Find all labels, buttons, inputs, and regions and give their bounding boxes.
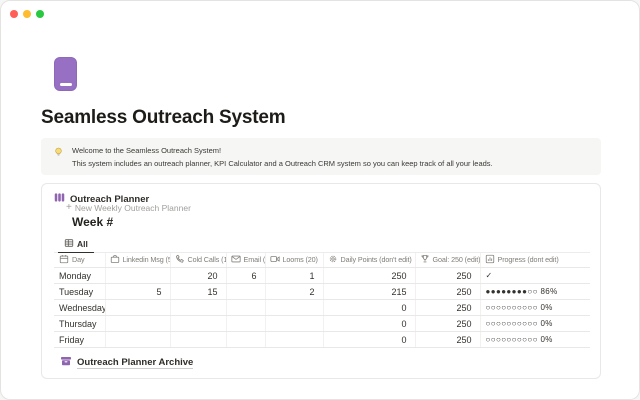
cell-linkedin-msg[interactable]	[105, 300, 170, 316]
cell-goal[interactable]: 250	[415, 300, 480, 316]
cell-cold-calls[interactable]	[170, 332, 226, 348]
cell-linkedin-msg[interactable]	[105, 316, 170, 332]
trophy-icon	[420, 254, 430, 266]
cell-daily-points[interactable]: 0	[323, 316, 415, 332]
cell-goal[interactable]: 250	[415, 268, 480, 284]
table-row-tuesday: Tuesday 5 15 2 215 250 ●●●●●●●●○○ 86%	[54, 284, 590, 300]
column-header-linkedin-msg[interactable]: Linkedin Msg (5)	[105, 253, 170, 268]
table-view-icon	[64, 238, 74, 250]
column-header-cold-calls[interactable]: Cold Calls (10)	[170, 253, 226, 268]
new-weekly-planner-label: New Weekly Outreach Planner	[75, 203, 191, 213]
column-header-progress[interactable]: Progress (dont edit)	[480, 253, 590, 268]
cell-looms[interactable]: 2	[265, 284, 323, 300]
video-camera-icon	[270, 254, 280, 266]
cell-cold-calls[interactable]: 20	[170, 268, 226, 284]
cell-daily-points[interactable]: 0	[323, 300, 415, 316]
table-row-friday: Friday 0 250 ○○○○○○○○○○ 0%	[54, 332, 590, 348]
briefcase-icon	[110, 254, 120, 266]
phone-icon	[175, 254, 185, 266]
cell-looms[interactable]	[265, 316, 323, 332]
cell-day[interactable]: Wednesday	[54, 300, 105, 316]
cell-day[interactable]: Friday	[54, 332, 105, 348]
cell-progress[interactable]: ○○○○○○○○○○ 0%	[480, 316, 590, 332]
cell-progress[interactable]: ●●●●●●●●○○ 86%	[480, 284, 590, 300]
table-row-wednesday: Wednesday 0 250 ○○○○○○○○○○ 0%	[54, 300, 590, 316]
column-header-looms[interactable]: Looms (20)	[265, 253, 323, 268]
cell-looms[interactable]	[265, 332, 323, 348]
cell-email[interactable]	[226, 316, 265, 332]
cell-looms[interactable]: 1	[265, 268, 323, 284]
cell-goal[interactable]: 250	[415, 332, 480, 348]
column-header-daily-points[interactable]: Daily Points (don't edit)	[323, 253, 415, 268]
notion-window: Seamless Outreach System Welcome to the …	[0, 0, 640, 400]
week-heading: Week #	[72, 215, 113, 229]
minimize-button[interactable]	[23, 10, 31, 18]
cell-cold-calls[interactable]: 15	[170, 284, 226, 300]
cell-email[interactable]: 6	[226, 268, 265, 284]
cell-looms[interactable]	[265, 300, 323, 316]
calendar-icon	[59, 254, 69, 266]
cell-linkedin-msg[interactable]	[105, 332, 170, 348]
zoom-button[interactable]	[36, 10, 44, 18]
view-tab-bar: All	[54, 236, 590, 253]
new-weekly-planner-button[interactable]: + New Weekly Outreach Planner	[66, 203, 191, 213]
close-button[interactable]	[10, 10, 18, 18]
cell-goal[interactable]: 250	[415, 284, 480, 300]
archive-link-label: Outreach Planner Archive	[77, 357, 193, 370]
gear-icon	[328, 254, 338, 266]
lightbulb-icon	[53, 144, 65, 175]
column-header-email[interactable]: Email (5)	[226, 253, 265, 268]
cell-daily-points[interactable]: 0	[323, 332, 415, 348]
cell-cold-calls[interactable]	[170, 300, 226, 316]
tab-all[interactable]: All	[58, 236, 94, 253]
cell-daily-points[interactable]: 215	[323, 284, 415, 300]
archive-box-icon	[60, 354, 72, 372]
envelope-icon	[231, 254, 241, 266]
bar-chart-icon	[54, 190, 65, 208]
cell-progress[interactable]: ○○○○○○○○○○ 0%	[480, 300, 590, 316]
page-title: Seamless Outreach System	[41, 107, 285, 129]
planner-table: Day Linkedin Msg (5) Cold	[54, 253, 590, 348]
cell-linkedin-msg[interactable]	[105, 268, 170, 284]
cell-day[interactable]: Thursday	[54, 316, 105, 332]
cell-day[interactable]: Monday	[54, 268, 105, 284]
cell-progress[interactable]: ○○○○○○○○○○ 0%	[480, 332, 590, 348]
welcome-callout: Welcome to the Seamless Outreach System!…	[41, 138, 601, 175]
outreach-planner-database: Outreach Planner + New Weekly Outreach P…	[41, 183, 601, 379]
cell-email[interactable]	[226, 284, 265, 300]
cell-email[interactable]	[226, 332, 265, 348]
cell-linkedin-msg[interactable]: 5	[105, 284, 170, 300]
cell-cold-calls[interactable]	[170, 316, 226, 332]
table-row-monday: Monday 20 6 1 250 250 ✓	[54, 268, 590, 284]
column-header-goal[interactable]: Goal: 250 (edit)	[415, 253, 480, 268]
header-row: Day Linkedin Msg (5) Cold	[54, 253, 590, 268]
table-row-thursday: Thursday 0 250 ○○○○○○○○○○ 0%	[54, 316, 590, 332]
cell-daily-points[interactable]: 250	[323, 268, 415, 284]
plus-icon: +	[66, 203, 72, 213]
column-header-day[interactable]: Day	[54, 253, 105, 268]
callout-line2: This system includes an outreach planner…	[72, 157, 493, 170]
cell-goal[interactable]: 250	[415, 316, 480, 332]
callout-line1: Welcome to the Seamless Outreach System!	[72, 144, 493, 157]
chart-icon	[485, 254, 495, 266]
outreach-planner-archive-link[interactable]: Outreach Planner Archive	[60, 354, 193, 372]
tab-all-label: All	[77, 239, 88, 249]
purple-notebook-icon[interactable]	[54, 57, 77, 91]
cell-day[interactable]: Tuesday	[54, 284, 105, 300]
cell-progress[interactable]: ✓	[480, 268, 590, 284]
cell-email[interactable]	[226, 300, 265, 316]
